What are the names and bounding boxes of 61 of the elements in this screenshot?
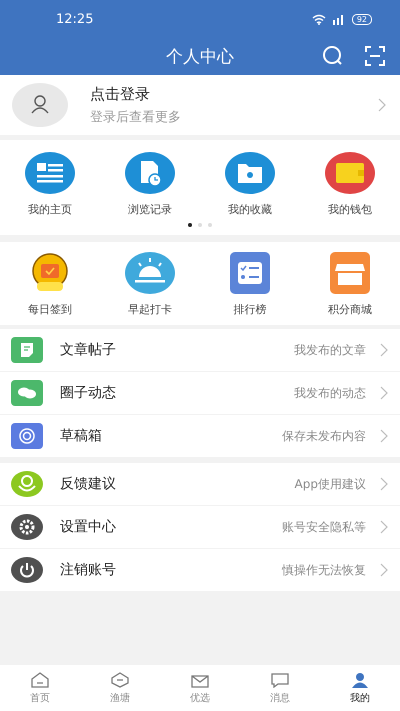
- menu-hint: 慎操作无法恢复: [282, 562, 366, 578]
- chevron-icon: [380, 563, 388, 577]
- tab-item[interactable]: 首页: [0, 665, 80, 711]
- feature-item[interactable]: 积分商城: [300, 252, 400, 317]
- chevron-icon: [380, 520, 388, 534]
- feature-item[interactable]: 每日签到: [0, 252, 100, 317]
- chevron-icon: [380, 386, 388, 400]
- menu-title: 圈子动态: [60, 384, 117, 402]
- feature-label: 早起打卡: [128, 302, 172, 317]
- feature-label: 每日签到: [28, 302, 72, 317]
- wifi-icon: [312, 14, 326, 24]
- menu-hint: 保存未发布内容: [282, 428, 366, 444]
- feature-label: 积分商城: [328, 302, 372, 317]
- chevron-icon: [378, 98, 386, 112]
- battery-level: 92: [352, 14, 372, 24]
- shortcut-label: 我的钱包: [328, 202, 372, 217]
- search-icon[interactable]: [322, 45, 344, 67]
- menu-title: 注销账号: [60, 561, 117, 579]
- shortcut-item[interactable]: 我的收藏: [200, 152, 300, 217]
- scan-icon[interactable]: [364, 45, 386, 67]
- menu-title: 反馈建议: [60, 475, 117, 493]
- login-title: 点击登录: [90, 84, 151, 104]
- login-subtitle: 登录后查看更多: [90, 108, 182, 126]
- shortcut-item[interactable]: 浏览记录: [100, 152, 200, 217]
- chevron-icon: [380, 429, 388, 443]
- menu-row[interactable]: 圈子动态 我发布的动态: [0, 372, 400, 415]
- feature-item[interactable]: 早起打卡: [100, 252, 200, 317]
- page-title: 个人中心: [166, 46, 234, 68]
- menu-row[interactable]: 文章帖子 我发布的文章: [0, 329, 400, 372]
- tab-icon: [30, 672, 50, 688]
- menu-row[interactable]: 注销账号 慎操作无法恢复: [0, 549, 400, 592]
- shortcut-label: 浏览记录: [128, 202, 172, 217]
- feature-label: 排行榜: [234, 302, 266, 317]
- feature-item[interactable]: 排行榜: [200, 252, 300, 317]
- tab-icon: [110, 672, 130, 688]
- login-card[interactable]: 点击登录 登录后查看更多: [0, 75, 400, 135]
- menu-hint: 我发布的动态: [294, 384, 366, 402]
- menu-hint: App使用建议: [294, 476, 366, 492]
- menu-hint: 我发布的文章: [294, 342, 366, 358]
- chevron-icon: [380, 477, 388, 491]
- menu-title: 文章帖子: [60, 341, 117, 359]
- shortcut-label: 我的主页: [28, 202, 72, 217]
- shortcut-label: 我的收藏: [228, 202, 272, 217]
- menu-row[interactable]: 反馈建议 App使用建议: [0, 463, 400, 506]
- tab-item[interactable]: 消息: [240, 665, 320, 711]
- menu-hint: 账号安全隐私等: [282, 518, 366, 536]
- chevron-icon: [380, 343, 388, 357]
- menu-title: 设置中心: [60, 518, 117, 536]
- tab-item[interactable]: 我的: [320, 665, 400, 711]
- tab-item[interactable]: 优选: [160, 665, 240, 711]
- status-time: 12:25: [56, 12, 94, 26]
- shortcut-item[interactable]: 我的主页: [0, 152, 100, 217]
- tab-icon: [350, 672, 370, 688]
- menu-title: 草稿箱: [60, 427, 103, 445]
- tab-item[interactable]: 渔塘: [80, 665, 160, 711]
- signal-icon: [332, 14, 346, 24]
- avatar-icon: [12, 83, 68, 127]
- menu-row[interactable]: 设置中心 账号安全隐私等: [0, 506, 400, 549]
- tab-icon: [270, 672, 290, 688]
- shortcut-item[interactable]: 我的钱包: [300, 152, 400, 217]
- menu-row[interactable]: 草稿箱 保存未发布内容: [0, 415, 400, 458]
